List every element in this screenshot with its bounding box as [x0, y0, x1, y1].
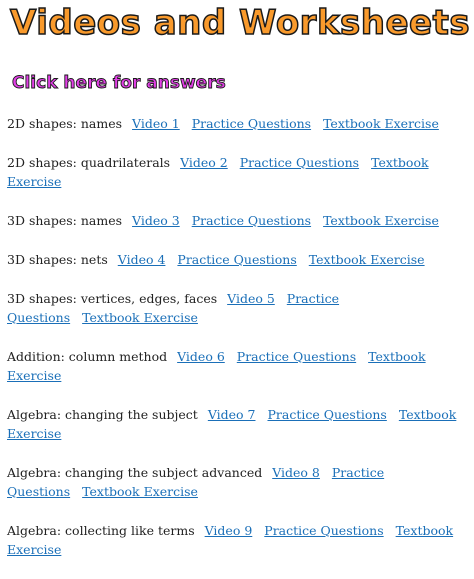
topic-list: 2D shapes: names Video 1 Practice Question… — [7, 114, 466, 579]
topic-label: 3D shapes: nets — [7, 252, 108, 267]
video-link[interactable]: Video 9 — [205, 523, 253, 538]
video-link[interactable]: Video 4 — [118, 252, 166, 267]
practice-questions-link[interactable]: Practice Questions — [267, 407, 386, 422]
answers-link[interactable]: Click here for answers — [12, 73, 227, 94]
video-link[interactable]: Video 2 — [180, 155, 228, 170]
topic-label: Algebra: changing the subject — [7, 407, 198, 422]
textbook-exercise-link[interactable]: Textbook Exercise — [309, 252, 425, 267]
topic-row: Algebra: changing the subject Video 7 Prac… — [7, 405, 466, 443]
video-link[interactable]: Video 7 — [208, 407, 256, 422]
topic-row: 2D shapes: quadrilaterals Video 2 Practice… — [7, 153, 466, 191]
page-title: Videos and Worksheets — [9, 2, 471, 44]
textbook-exercise-link[interactable]: Textbook Exercise — [82, 310, 198, 325]
video-link[interactable]: Video 8 — [272, 465, 320, 480]
practice-questions-link[interactable]: Practice Questions — [177, 252, 296, 267]
topic-row: 3D shapes: names Video 3 Practice Question… — [7, 211, 466, 230]
practice-questions-link[interactable]: Practice Questions — [237, 349, 356, 364]
textbook-exercise-link[interactable]: Textbook Exercise — [82, 484, 198, 499]
video-link[interactable]: Video 1 — [132, 116, 180, 131]
video-link[interactable]: Video 3 — [132, 213, 180, 228]
topic-row: Algebra: collecting like terms Video 9 Pra… — [7, 521, 466, 559]
textbook-exercise-link[interactable]: Textbook Exercise — [323, 213, 439, 228]
practice-questions-link[interactable]: Practice Questions — [192, 116, 311, 131]
topic-row: Addition: column method Video 6 Practice Q… — [7, 347, 466, 385]
topic-label: Algebra: collecting like terms — [7, 523, 195, 538]
topic-label: Algebra: changing the subject advanced — [7, 465, 263, 480]
topic-label: 2D shapes: quadrilaterals — [7, 155, 171, 170]
topic-label: Addition: column method — [7, 349, 168, 364]
topic-row: 2D shapes: names Video 1 Practice Question… — [7, 114, 466, 133]
practice-questions-link[interactable]: Practice Questions — [192, 213, 311, 228]
topic-label: 3D shapes: vertices, edges, faces — [7, 291, 218, 306]
topic-row: 3D shapes: vertices, edges, faces Video 5… — [7, 289, 466, 327]
textbook-exercise-link[interactable]: Textbook Exercise — [323, 116, 439, 131]
practice-questions-link[interactable]: Practice Questions — [264, 523, 383, 538]
video-link[interactable]: Video 6 — [177, 349, 225, 364]
topic-label: 2D shapes: names — [7, 116, 123, 131]
topic-row: 3D shapes: nets Video 4 Practice Questions… — [7, 250, 466, 269]
video-link[interactable]: Video 5 — [227, 291, 275, 306]
topic-row: Algebra: changing the subject advanced Vi… — [7, 463, 466, 501]
topic-label: 3D shapes: names — [7, 213, 123, 228]
practice-questions-link[interactable]: Practice Questions — [240, 155, 359, 170]
